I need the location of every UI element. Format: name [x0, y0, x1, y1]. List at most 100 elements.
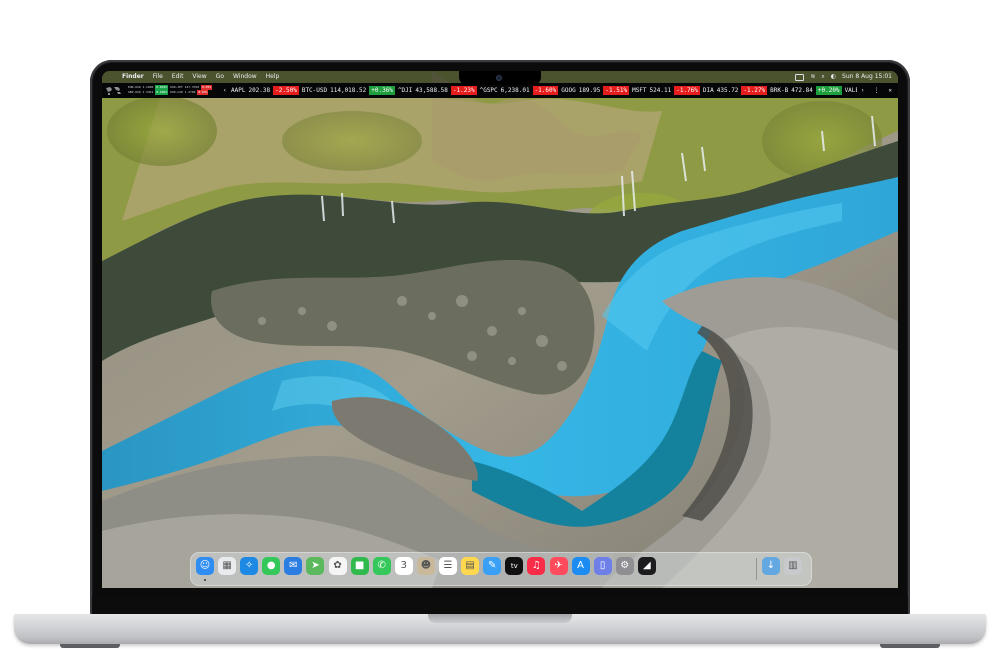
ticker-close-button[interactable]: ✕	[888, 83, 892, 98]
camera-icon	[496, 75, 502, 81]
trash-icon[interactable]: ▥	[784, 557, 802, 575]
currency-pair-row: GBP-USD 1.3451 0.040% USD-CAD 1.3760 0.0…	[128, 90, 218, 95]
spotlight-search-icon[interactable]: ⌕	[821, 71, 824, 83]
photos-icon[interactable]: ✿	[328, 557, 347, 575]
dock-icon-glyph: ☺	[199, 560, 211, 571]
app-store-icon[interactable]: A	[571, 557, 590, 575]
dock-icon-glyph: tv	[510, 561, 518, 570]
ticker-item[interactable]: ^GSPC 6,238.01 -1.60%	[480, 83, 559, 98]
ticker-symbol: MSFT	[632, 87, 647, 94]
dock-icon-glyph: ✧	[244, 560, 254, 571]
ticker-change-badge: -1.51%	[603, 86, 630, 95]
currency-pair-change: 0.040%	[155, 90, 169, 95]
stocks-icon[interactable]: ◢	[637, 557, 656, 575]
reminders-icon[interactable]: ☰	[439, 557, 458, 575]
menu-edit[interactable]: Edit	[172, 71, 184, 83]
ticker-change-badge: -1.60%	[532, 86, 559, 95]
ticker-price: 6,238.01	[500, 87, 530, 94]
dock-icon-glyph: A	[577, 560, 585, 571]
running-indicator	[204, 579, 206, 581]
ticker-change-badge: -1.27%	[741, 86, 768, 95]
currency-pair-change: 0.03%	[197, 90, 209, 95]
ticker-symbol: ^GSPC	[479, 87, 498, 94]
ticker-price: 435.72	[716, 87, 739, 94]
desktop-wallpaper	[102, 71, 898, 588]
dock-stacks: ↓ ▥	[762, 557, 802, 575]
menu-window[interactable]: Window	[233, 71, 257, 83]
wifi-icon[interactable]: ≋	[810, 71, 815, 83]
tv-icon[interactable]: tv	[505, 557, 524, 575]
dock-separator	[756, 558, 757, 580]
stock-ticker-bar: EUR-USD 1.1690 0.016% USD-JPY 147.3760 0…	[102, 83, 898, 98]
ticker-prev-button[interactable]: ‹	[223, 83, 227, 98]
maps-icon[interactable]: ➤	[306, 557, 325, 575]
menu-go[interactable]: Go	[216, 71, 224, 83]
rocket-icon[interactable]: ✈	[549, 557, 568, 575]
ticker-item[interactable]: BTC-USD 114,018.52 +0.36%	[302, 83, 395, 98]
dock-icon-glyph: ✆	[377, 560, 386, 571]
dock-icon-glyph: ▯	[599, 560, 606, 571]
control-center-icon[interactable]: ◐	[831, 71, 836, 83]
music-icon[interactable]: ♫	[527, 557, 546, 575]
currency-pairs: EUR-USD 1.1690 0.016% USD-JPY 147.3760 0…	[128, 85, 218, 96]
menu-help[interactable]: Help	[266, 71, 280, 83]
dock-icon-glyph: ◢	[643, 560, 651, 571]
ticker-item[interactable]: AAPL 202.38 -2.50%	[231, 83, 299, 98]
ticker-item[interactable]: BRK-B 472.84 +0.20%	[770, 83, 842, 98]
ticker-symbol: BRK-B	[770, 87, 789, 94]
menu-file[interactable]: File	[153, 71, 163, 83]
ticker-change-badge: -2.50%	[273, 86, 299, 95]
iphone-mirroring-icon[interactable]: ▯	[593, 557, 612, 575]
ticker-price: 43,588.58	[415, 87, 448, 94]
menu-view[interactable]: View	[192, 71, 206, 83]
menu-bar-status: ≋ ⌕ ◐ Sun 8 Aug 15:01	[795, 71, 892, 83]
ticker-symbol: DIA	[702, 87, 714, 94]
ticker-change-badge: -1.76%	[674, 86, 700, 95]
dock-icon-glyph: ✈	[554, 560, 563, 571]
ticker-price: 472.84	[791, 87, 813, 94]
calendar-icon[interactable]: 3	[394, 557, 413, 575]
ticker-items: AAPL 202.38 -2.50% BTC-USD 114,018.52 +0.36% ^…	[231, 83, 876, 98]
ticker-price: 114,018.52	[330, 87, 367, 94]
launchpad-icon[interactable]: ▦	[218, 557, 237, 575]
phone-icon[interactable]: ✆	[372, 557, 391, 575]
dock-icon-glyph: ☻	[420, 560, 432, 571]
dock-icon-glyph: ☰	[443, 560, 453, 571]
dock-icon-glyph: ↓	[766, 560, 776, 571]
ticker-price: 189.95	[578, 87, 601, 94]
ticker-next-button[interactable]: ›	[861, 83, 865, 98]
ticker-symbol: ^DJI	[397, 87, 413, 94]
finder-icon[interactable]: ☺	[196, 557, 214, 581]
ticker-item[interactable]: GOOG 189.95 -1.51%	[561, 83, 630, 98]
safari-icon[interactable]: ✧	[240, 557, 259, 575]
facetime-icon[interactable]: ■	[350, 557, 369, 575]
ticker-item[interactable]: MSFT 524.11 -1.76%	[632, 83, 700, 98]
laptop-foot-right	[880, 644, 940, 648]
currency-pair-label: GBP-USD 1.3451	[128, 90, 154, 94]
world-map-icon	[106, 87, 121, 95]
ticker-change-badge: +0.20%	[815, 86, 842, 95]
messages-icon[interactable]: ●	[262, 557, 281, 575]
notes-icon[interactable]: ▤	[461, 557, 480, 575]
ticker-symbol: BTC-USD	[301, 87, 328, 94]
laptop-foot-left	[60, 644, 120, 648]
menu-clock[interactable]: Sun 8 Aug 15:01	[842, 71, 892, 83]
dock-icon-glyph: ▦	[222, 560, 232, 571]
contacts-icon[interactable]: ☻	[416, 557, 435, 575]
system-settings-icon[interactable]: ⚙	[615, 557, 634, 575]
dock-icon-glyph: ▥	[788, 560, 798, 571]
dock-icon-glyph: ♫	[531, 560, 541, 571]
ticker-price: 202.38	[248, 87, 271, 94]
ticker-item[interactable]: DIA 435.72 -1.27%	[702, 83, 768, 98]
ticker-more-menu-icon[interactable]: ⋮	[873, 83, 879, 98]
dock: ☺ ▦ ✧ ● ✉ ➤ ✿ ■ ✆ 3 ☻ ☰ ▤ ✎ tv ♫ ✈ A ▯ ⚙ ◢ ↓ ▥	[190, 552, 812, 586]
mail-icon[interactable]: ✉	[284, 557, 303, 575]
menu-app-name[interactable]: Finder	[122, 71, 144, 83]
ticker-item[interactable]: ^DJI 43,588.58 -1.23%	[398, 83, 477, 98]
freeform-icon[interactable]: ✎	[483, 557, 502, 575]
ticker-price: 524.11	[649, 87, 672, 94]
battery-icon[interactable]	[795, 73, 805, 81]
dock-icon-glyph: ✿	[333, 560, 342, 571]
dock-icon-glyph: ⚙	[620, 560, 630, 571]
downloads-folder-icon[interactable]: ↓	[762, 557, 780, 575]
